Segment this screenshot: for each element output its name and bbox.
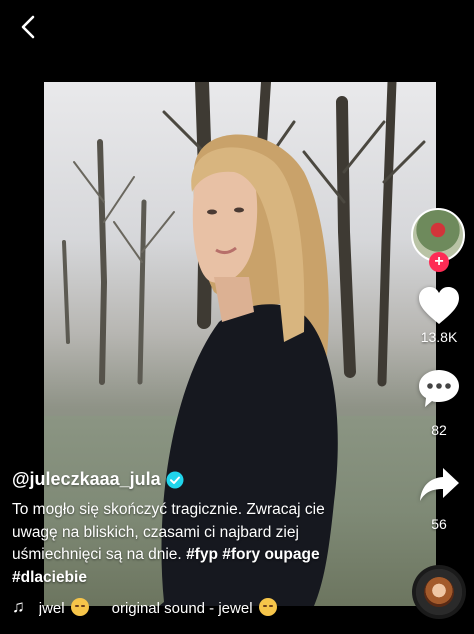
music-title: original sound - jewel	[111, 599, 253, 617]
creator-avatar-container[interactable]: +	[411, 208, 465, 272]
comment-button[interactable]: 82	[414, 368, 464, 438]
follow-button[interactable]: +	[429, 252, 449, 272]
plus-icon: +	[434, 253, 444, 270]
like-button[interactable]: 13.8K	[414, 286, 464, 345]
comment-bubble-icon	[419, 370, 459, 407]
video-screen: + 13.8K 82 56 @juleczkaaa_jula To mogło …	[0, 0, 474, 634]
like-count: 13.8K	[420, 329, 458, 345]
music-note-icon: ♫	[12, 597, 25, 616]
heart-icon	[419, 287, 459, 324]
creator-username[interactable]: @juleczkaaa_jula	[12, 469, 184, 490]
comment-count: 82	[431, 422, 447, 438]
smirk-emoji-icon	[70, 597, 89, 616]
smirk-emoji-icon	[258, 597, 277, 616]
username-text[interactable]: @juleczkaaa_jula	[12, 469, 161, 490]
share-button[interactable]: 56	[414, 466, 464, 532]
share-arrow-icon	[420, 468, 459, 501]
music-ticker[interactable]: ♫ jwel original sound - jewel	[12, 596, 339, 618]
music-prefix: jwel	[38, 599, 65, 617]
music-disc-button[interactable]	[412, 565, 466, 619]
video-caption[interactable]: To mogło się skończyć tragicznie. Zwraca…	[12, 499, 342, 589]
music-disc-avatar	[424, 577, 454, 607]
share-count: 56	[431, 516, 447, 532]
verified-badge-icon	[166, 471, 184, 488]
music-text[interactable]: jwel original sound - jewel	[38, 597, 339, 617]
chevron-left-icon[interactable]	[16, 14, 42, 40]
